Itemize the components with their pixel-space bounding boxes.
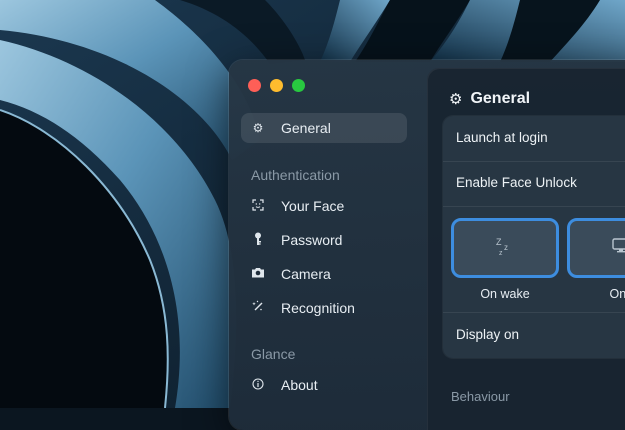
on-wake-option[interactable]: Zzz xyxy=(451,218,559,278)
key-icon xyxy=(249,232,267,249)
sidebar-item-label: Camera xyxy=(281,266,331,282)
content-pane: ⚙ General Launch at login Enable Face Un… xyxy=(427,68,625,430)
tile-label: On wake xyxy=(480,287,530,301)
behaviour-section-label: Behaviour xyxy=(451,389,510,404)
divider xyxy=(443,312,625,313)
sidebar-section-authentication: Authentication xyxy=(251,167,340,183)
settings-group-general: Launch at login Enable Face Unlock Zzz O… xyxy=(443,116,625,358)
sleep-zzz-icon: Zzz xyxy=(494,235,516,262)
page-title: ⚙ General xyxy=(449,90,531,108)
sidebar-item-label: Recognition xyxy=(281,300,355,316)
svg-text:z: z xyxy=(499,250,503,257)
sidebar-item-label: About xyxy=(281,377,318,393)
sidebar-item-password[interactable]: Password xyxy=(241,225,407,255)
sidebar-item-label: Password xyxy=(281,232,343,248)
sidebar-item-about[interactable]: About xyxy=(241,370,407,400)
camera-icon xyxy=(249,267,267,281)
sidebar-item-recognition[interactable]: Recognition xyxy=(241,293,407,323)
app-window: ⚙ General Authentication Your Face Passw… xyxy=(229,60,625,430)
sidebar-item-your-face[interactable]: Your Face xyxy=(241,191,407,221)
row-label: Display on xyxy=(456,327,520,342)
row-label: Enable Face Unlock xyxy=(456,175,577,190)
svg-text:Z: Z xyxy=(496,237,502,247)
sidebar-item-camera[interactable]: Camera xyxy=(241,259,407,289)
display-icon xyxy=(612,237,625,259)
sidebar-item-label: General xyxy=(281,120,331,136)
sidebar-section-glance: Glance xyxy=(251,346,296,362)
gear-icon: ⚙ xyxy=(449,91,463,108)
sidebar-item-general[interactable]: ⚙ General xyxy=(241,113,407,143)
info-icon xyxy=(249,377,267,393)
face-scan-icon xyxy=(249,198,267,214)
divider xyxy=(443,206,625,207)
divider xyxy=(443,161,625,162)
on-display-option[interactable] xyxy=(567,218,625,278)
gear-icon: ⚙ xyxy=(252,121,264,135)
sidebar-item-label: Your Face xyxy=(281,198,345,214)
svg-text:z: z xyxy=(504,243,508,252)
row-label: Launch at login xyxy=(456,130,548,145)
sparkle-wand-icon xyxy=(249,300,267,316)
sidebar: ⚙ General Authentication Your Face Passw… xyxy=(229,60,419,430)
tile-label: On l xyxy=(609,287,625,301)
